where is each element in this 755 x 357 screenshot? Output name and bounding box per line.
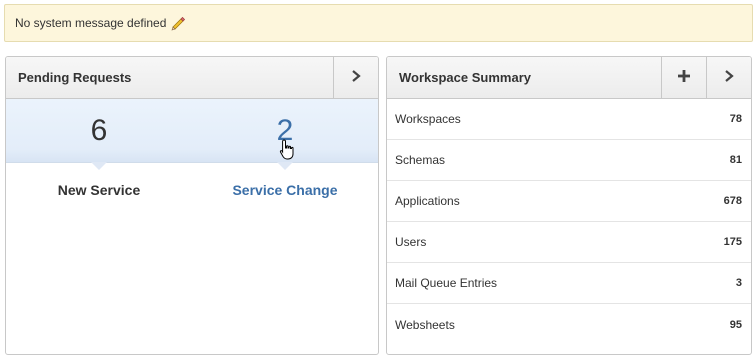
plus-icon bbox=[677, 69, 691, 86]
list-item[interactable]: Workspaces 78 bbox=[387, 99, 751, 140]
new-service-value: 6 bbox=[90, 114, 108, 147]
pending-requests-title: Pending Requests bbox=[18, 70, 132, 85]
pending-requests-open-button[interactable] bbox=[333, 57, 378, 98]
row-label: Websheets bbox=[395, 317, 455, 332]
chevron-right-icon bbox=[723, 69, 735, 86]
badge-pointer bbox=[91, 162, 107, 170]
row-value: 175 bbox=[723, 236, 742, 248]
pencil-icon[interactable] bbox=[170, 15, 186, 31]
workspace-summary-list: Workspaces 78 Schemas 81 Applications 67… bbox=[387, 99, 751, 345]
row-value: 95 bbox=[729, 318, 742, 331]
row-value: 678 bbox=[723, 195, 742, 207]
pending-requests-panel: Pending Requests 6 2 New Service Service… bbox=[5, 56, 379, 355]
row-label: Workspaces bbox=[395, 112, 461, 126]
new-service-label[interactable]: New Service bbox=[6, 182, 192, 198]
hand-cursor-icon bbox=[279, 139, 297, 164]
workspace-summary-open-button[interactable] bbox=[706, 57, 751, 98]
list-item[interactable]: Users 175 bbox=[387, 222, 751, 263]
workspace-add-button[interactable] bbox=[661, 57, 706, 98]
chevron-right-icon bbox=[350, 69, 362, 86]
row-value: 3 bbox=[735, 277, 742, 289]
pending-requests-counts: 6 2 bbox=[6, 99, 378, 170]
workspace-summary-panel: Workspace Summary Workspaces 78 Schemas … bbox=[386, 56, 752, 355]
workspace-summary-title: Workspace Summary bbox=[399, 70, 531, 85]
row-label: Users bbox=[395, 235, 427, 249]
list-item[interactable]: Mail Queue Entries 3 bbox=[387, 263, 751, 304]
list-item[interactable]: Websheets 95 bbox=[387, 304, 751, 345]
row-label: Mail Queue Entries bbox=[395, 276, 498, 290]
row-label: Schemas bbox=[395, 153, 446, 167]
new-service-count: 6 bbox=[6, 99, 192, 170]
row-value: 81 bbox=[729, 154, 742, 166]
system-message-bar: No system message defined bbox=[4, 4, 753, 42]
list-item[interactable]: Applications 678 bbox=[387, 181, 751, 222]
system-message-text: No system message defined bbox=[15, 16, 167, 30]
list-item[interactable]: Schemas 81 bbox=[387, 140, 751, 181]
service-change-label[interactable]: Service Change bbox=[192, 182, 378, 198]
row-value: 78 bbox=[729, 113, 742, 125]
pending-requests-labels: New Service Service Change bbox=[6, 182, 378, 198]
pending-requests-header: Pending Requests bbox=[6, 57, 378, 99]
workspace-summary-header: Workspace Summary bbox=[387, 57, 751, 99]
row-label: Applications bbox=[395, 194, 460, 208]
